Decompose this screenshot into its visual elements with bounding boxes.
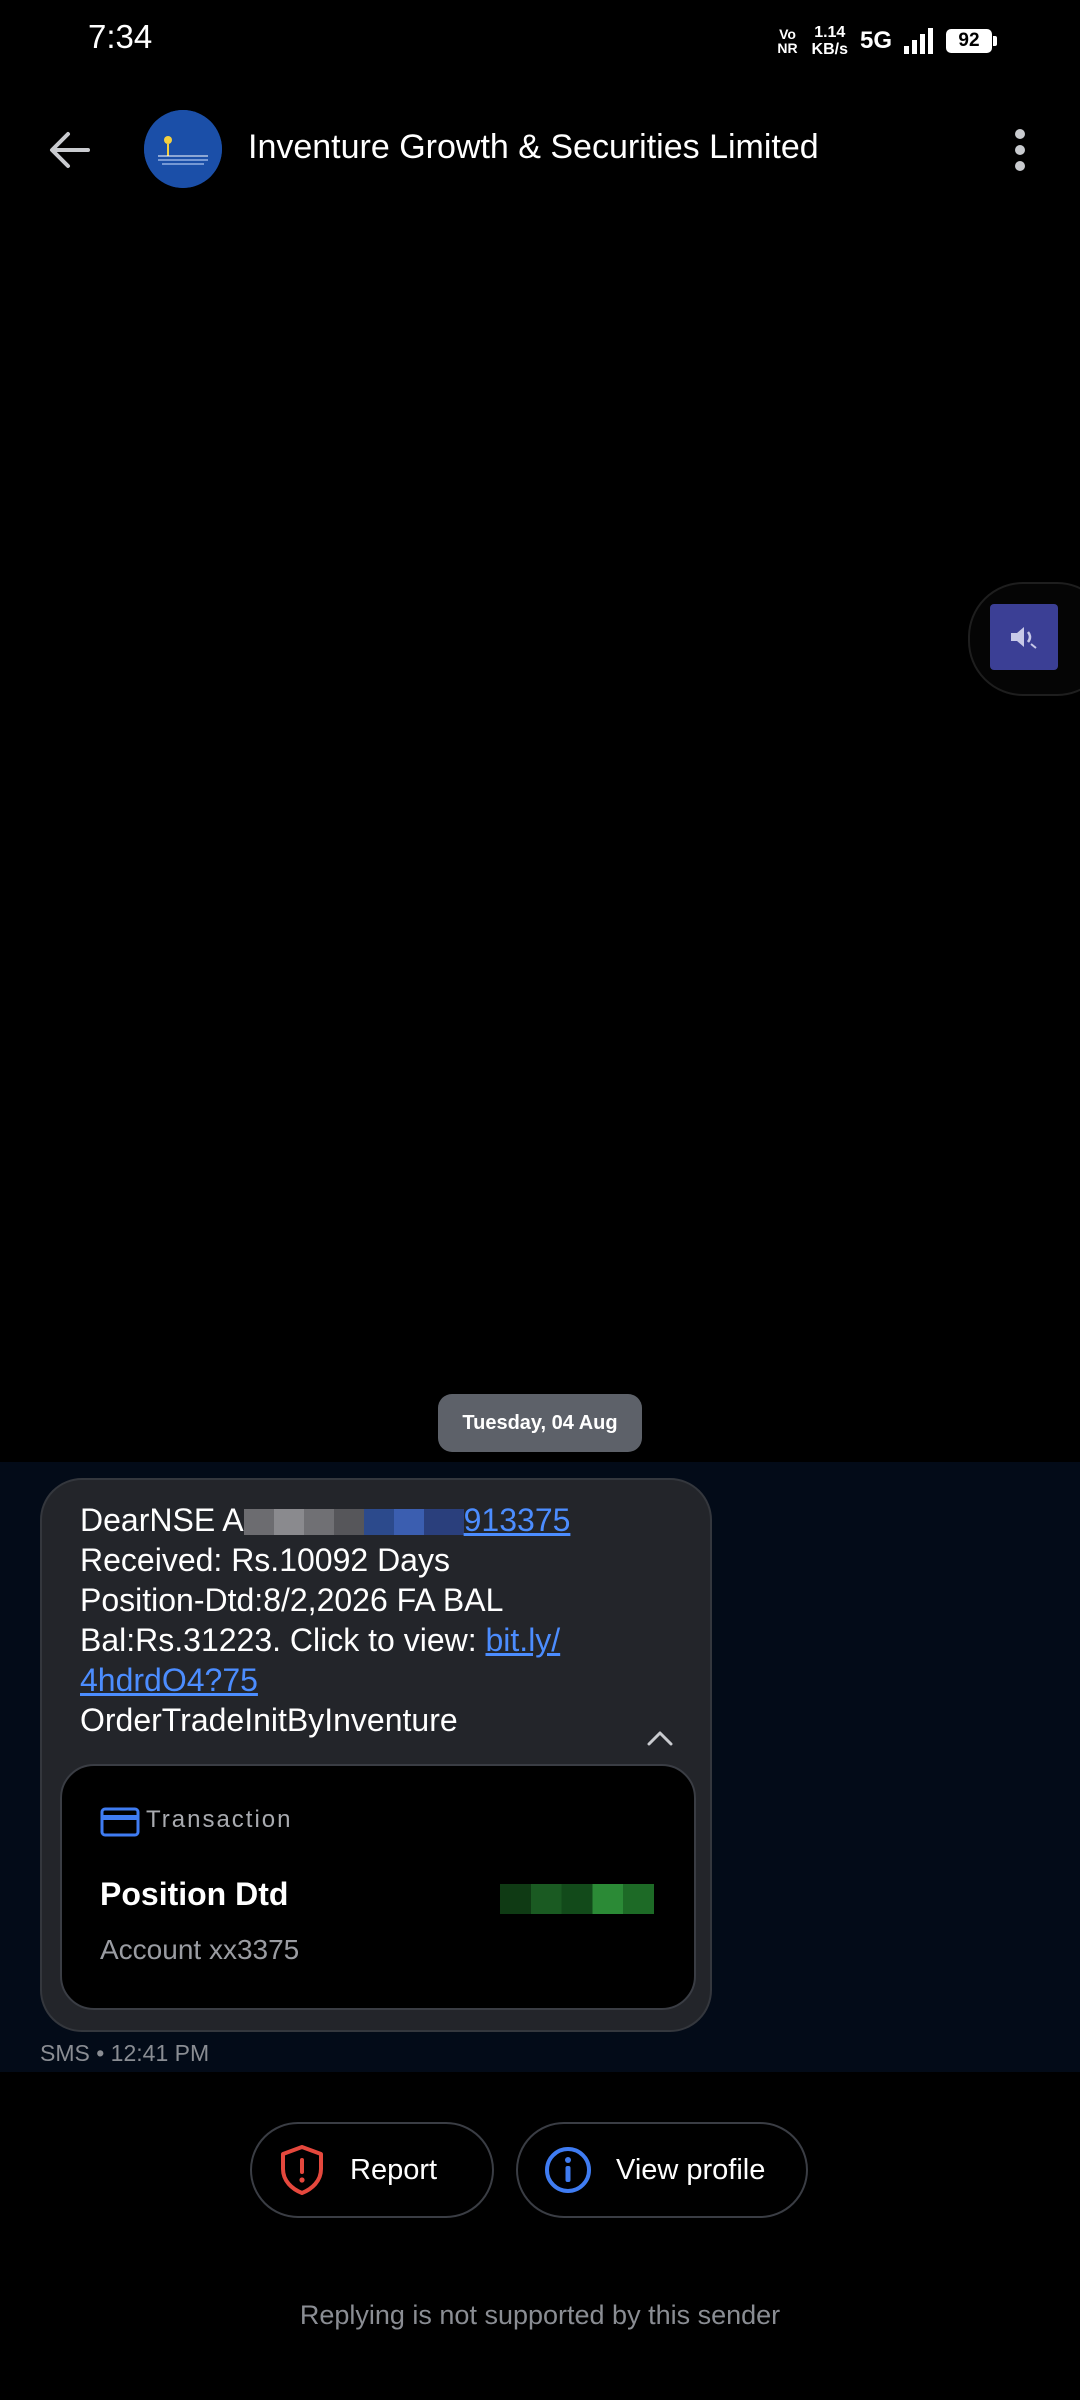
inventure-logo-icon [144,110,222,188]
battery-icon: 92 [946,29,997,53]
collapse-button[interactable] [638,1716,682,1760]
sender-avatar[interactable] [144,110,222,188]
network-speed: 1.14 KB/s [811,24,848,58]
redacted-link-block [363,1509,464,1535]
date-chip: Tuesday, 04 Aug [438,1394,642,1452]
speaker-icon [1011,627,1037,649]
message-line-1: DearNSE A 913375 [80,1502,571,1538]
volte-indicator: Vo NR [777,26,798,56]
chevron-up-icon [647,1731,673,1746]
message-bubble[interactable]: DearNSE A 913375 Received: Rs.10092 Days … [40,1478,712,2032]
report-button[interactable]: Report [250,2122,494,2218]
arrow-left-icon [50,132,90,168]
network-type: 5G [859,27,892,54]
card-subtitle: Account xx3375 [100,1934,300,1965]
card-label: Transaction [146,1806,293,1833]
conversation-header: Inventure Growth & Securities Limited [0,100,1080,200]
status-time: 7:34 [88,18,153,55]
message-line-6: OrderTradeInitByInventure [80,1702,458,1738]
reply-unsupported-note: Replying is not supported by this sender [299,2300,781,2330]
redacted-block [243,1509,364,1535]
short-link-part2[interactable]: 4hdrdO4?75 [80,1662,258,1698]
message-meta: SMS • 12:41 PM [40,2040,210,2066]
sound-toggle-button[interactable] [990,604,1058,670]
report-label: Report [350,2153,438,2186]
card-title: Position Dtd [100,1876,289,1912]
message-line-4: Bal:Rs.31223. Click to view: bit.ly/ [80,1622,561,1658]
message-text: DearNSE A 913375 Received: Rs.10092 Days … [80,1500,640,1740]
credit-card-icon [100,1807,140,1837]
view-profile-button[interactable]: View profile [516,2122,808,2218]
short-link-part1[interactable]: bit.ly/ [486,1622,561,1658]
info-icon [542,2144,594,2196]
signal-icon [904,28,933,54]
message-line-5: 4hdrdO4?75 [80,1660,640,1700]
status-bar: 7:34 Vo NR 1.14 KB/s 5G 92 [0,0,1080,80]
more-options-button[interactable] [1000,122,1040,178]
account-link[interactable]: 913375 [464,1502,571,1538]
back-button[interactable] [40,122,100,178]
redacted-amount [500,1884,654,1914]
message-line-3: Position-Dtd:8/2,2026 FA BAL [80,1582,504,1618]
sender-name[interactable]: Inventure Growth & Securities Limited [248,128,819,167]
view-profile-label: View profile [616,2153,766,2186]
message-line-2: Received: Rs.10092 Days [80,1542,450,1578]
status-icons: Vo NR 1.14 KB/s 5G 92 [776,20,997,62]
transaction-card[interactable]: Transaction Position Dtd Account xx3375 [60,1764,696,2010]
message-area: DearNSE A 913375 Received: Rs.10092 Days … [0,1462,1080,2072]
floating-sound-widget [968,582,1080,696]
shield-alert-icon [276,2144,328,2196]
more-vertical-icon [1015,129,1025,171]
